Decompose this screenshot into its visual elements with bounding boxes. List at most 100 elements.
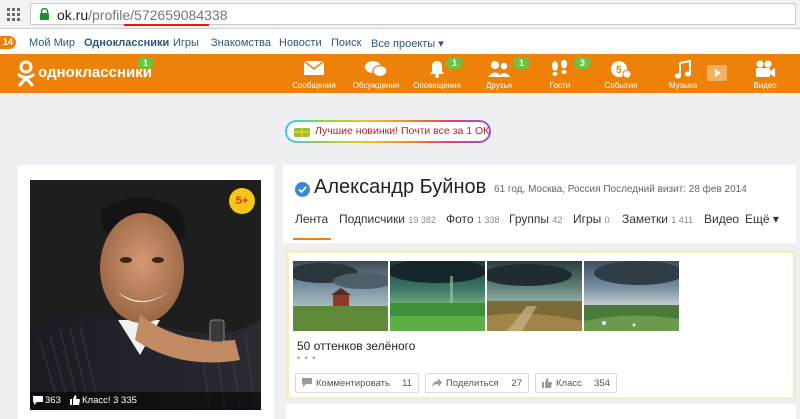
apps-grid-icon[interactable] bbox=[7, 8, 21, 21]
active-tab-indicator bbox=[293, 238, 331, 240]
post-menu-dots[interactable]: • • • bbox=[297, 353, 316, 363]
url-field[interactable]: ok.ru/profile/572659084338 bbox=[30, 3, 796, 25]
tab-notes[interactable]: Заметки 1 411 bbox=[622, 212, 693, 226]
share-button[interactable]: Поделиться 27 bbox=[425, 373, 529, 393]
portal-link-search[interactable]: Поиск bbox=[331, 37, 361, 49]
avatar-card: 5+ 363 Класс! 3 335 bbox=[18, 165, 274, 419]
feed-post: 50 оттенков зелёного • • • Комментироват… bbox=[286, 250, 796, 400]
events-icon: 5 bbox=[611, 61, 632, 79]
post-photo-4[interactable] bbox=[584, 261, 679, 331]
verified-icon bbox=[295, 182, 310, 197]
comment-button-label: Комментировать bbox=[316, 378, 390, 389]
promo-banner[interactable]: Лучшие новинки! Почти все за 1 ОК bbox=[285, 120, 491, 143]
photo-klass-count[interactable]: Класс! 3 335 bbox=[82, 395, 137, 406]
nav-guests-label: Гости bbox=[549, 81, 571, 90]
storm-photo-image bbox=[487, 261, 582, 331]
url-text: ok.ru/profile/572659084338 bbox=[57, 7, 227, 23]
main-content: Лучшие новинки! Почти все за 1 ОК 5+ 363… bbox=[0, 93, 800, 419]
tab-video[interactable]: Видео bbox=[704, 212, 739, 226]
url-profile-id: 572659084338 bbox=[134, 7, 228, 23]
tab-notes-count: 1 411 bbox=[671, 215, 694, 225]
portal-link-odnoklassniki[interactable]: Одноклассники bbox=[84, 37, 169, 49]
tab-subscribers-count: 19 382 bbox=[408, 215, 436, 225]
profile-photo-image bbox=[30, 180, 261, 410]
logo-text[interactable]: одноклассники bbox=[38, 64, 152, 81]
nav-video[interactable]: Видео bbox=[748, 54, 782, 93]
tab-feed[interactable]: Лента bbox=[295, 212, 328, 226]
url-domain: ok.ru bbox=[57, 7, 89, 23]
tab-groups-label: Группы bbox=[509, 212, 549, 226]
storm-photo-image bbox=[390, 261, 485, 331]
portal-link-games[interactable]: Игры bbox=[173, 37, 199, 49]
tab-games-count: 0 bbox=[604, 215, 610, 225]
tab-more[interactable]: Ещё ▾ bbox=[745, 212, 779, 226]
video-camera-icon bbox=[756, 60, 775, 77]
envelope-icon bbox=[303, 60, 325, 75]
klass-button-label: Класс bbox=[556, 378, 582, 389]
portal-link-all-projects[interactable]: Все проекты ▾ bbox=[371, 37, 444, 50]
portal-link-dating[interactable]: Знакомства bbox=[211, 37, 271, 49]
profile-name: Александр Буйнов bbox=[314, 176, 487, 198]
profile-photo[interactable]: 5+ 363 Класс! 3 335 bbox=[30, 180, 261, 410]
tab-photos-label: Фото bbox=[446, 212, 474, 226]
tab-groups-count: 42 bbox=[552, 215, 563, 225]
tab-groups[interactable]: Группы 42 bbox=[509, 212, 562, 226]
nav-events[interactable]: 5 События bbox=[600, 54, 642, 93]
tab-photos-count: 1 338 bbox=[476, 215, 500, 225]
portal-link-news[interactable]: Новости bbox=[279, 37, 322, 49]
tab-notes-label: Заметки bbox=[622, 212, 668, 226]
nav-discussions[interactable]: Обсуждения bbox=[349, 54, 403, 93]
thumbs-up-icon bbox=[542, 378, 552, 388]
portal-nav: 14 Мой Мир Одноклассники Игры Знакомства… bbox=[0, 30, 800, 54]
tab-more-label: Ещё ▾ bbox=[745, 212, 779, 226]
storm-photo-image bbox=[293, 261, 388, 331]
nav-messages[interactable]: Сообщения bbox=[290, 54, 338, 93]
browser-address-bar: ok.ru/profile/572659084338 bbox=[0, 0, 800, 29]
nav-discussions-label: Обсуждения bbox=[352, 81, 400, 90]
tab-subscribers[interactable]: Подписчики 19 382 bbox=[339, 212, 436, 226]
gift-icon bbox=[294, 128, 310, 137]
age-rating-badge: 5+ bbox=[229, 188, 255, 214]
tab-photos[interactable]: Фото 1 338 bbox=[446, 212, 499, 226]
nav-messages-label: Сообщения bbox=[292, 81, 336, 90]
photo-stats: 363 Класс! 3 335 bbox=[30, 392, 261, 410]
portal-notification-badge[interactable]: 14 bbox=[0, 36, 16, 49]
comment-button[interactable]: Комментировать 11 bbox=[295, 373, 419, 393]
nav-music-label: Музыка bbox=[668, 81, 698, 90]
tab-games[interactable]: Игры 0 bbox=[573, 212, 610, 226]
url-id-underline bbox=[124, 24, 209, 26]
url-path: /profile/ bbox=[88, 7, 135, 23]
share-icon bbox=[432, 378, 442, 387]
klass-count: 354 bbox=[594, 378, 610, 389]
nav-notifications-label: Оповещения bbox=[413, 81, 461, 90]
comment-count: 11 bbox=[402, 378, 412, 389]
profile-meta: 61 год, Москва, Россия Последний визит: … bbox=[494, 184, 747, 195]
tab-feed-label: Лента bbox=[295, 212, 329, 226]
comment-icon bbox=[33, 396, 43, 405]
footprints-icon bbox=[552, 60, 567, 76]
friends-badge: 1 bbox=[513, 57, 530, 69]
nav-video-label: Видео bbox=[753, 81, 777, 90]
bell-icon bbox=[430, 61, 444, 78]
nav-friends-label: Друзья bbox=[486, 81, 512, 90]
nav-music[interactable]: Музыка bbox=[660, 54, 706, 93]
photo-comment-count[interactable]: 363 bbox=[45, 395, 61, 406]
post-photo-1[interactable] bbox=[293, 261, 388, 331]
guests-badge: 3 bbox=[574, 57, 591, 69]
share-count: 27 bbox=[511, 378, 522, 389]
comment-icon bbox=[302, 378, 312, 387]
portal-link-moy-mir[interactable]: Мой Мир bbox=[29, 37, 75, 49]
share-button-label: Поделиться bbox=[446, 378, 499, 389]
music-play-icon[interactable] bbox=[707, 65, 727, 81]
music-note-icon bbox=[675, 60, 691, 79]
klass-button[interactable]: Класс 354 bbox=[535, 373, 617, 393]
tab-subscribers-label: Подписчики bbox=[339, 212, 406, 226]
nav-events-label: События bbox=[604, 81, 638, 90]
next-post-preview bbox=[286, 404, 796, 419]
post-photo-2[interactable] bbox=[390, 261, 485, 331]
chat-bubbles-icon bbox=[365, 61, 388, 78]
friends-icon bbox=[488, 61, 510, 77]
post-title[interactable]: 50 оттенков зелёного bbox=[297, 339, 415, 353]
post-photo-3[interactable] bbox=[487, 261, 582, 331]
ok-logo-icon[interactable] bbox=[16, 60, 36, 88]
